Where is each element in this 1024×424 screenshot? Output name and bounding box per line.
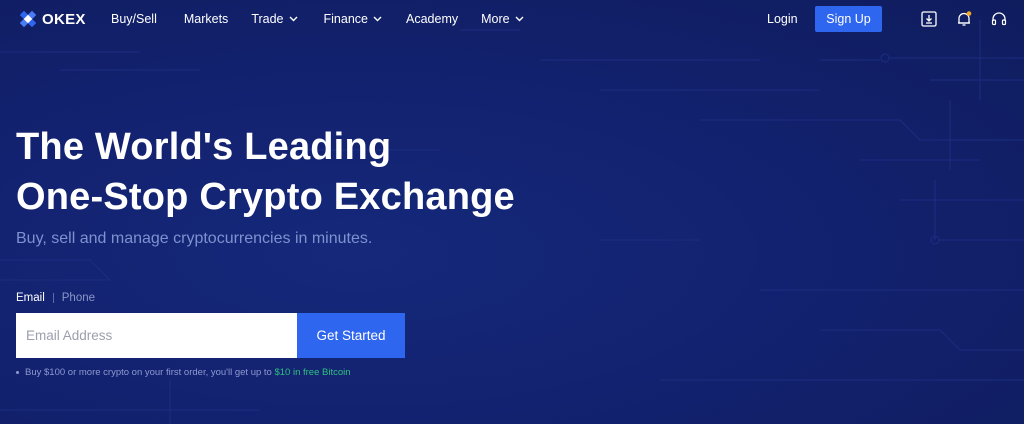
headset-icon[interactable]	[990, 10, 1008, 28]
brand-logo[interactable]: OKEX	[18, 9, 86, 29]
signup-form: Get Started	[16, 313, 405, 358]
nav-academy[interactable]: Academy	[406, 12, 458, 26]
main-menu: Buy/Sell Markets Trade Finance Academy M…	[111, 0, 524, 38]
promo-note: Buy $100 or more crypto on your first or…	[16, 367, 351, 378]
hero-title-line-2: One-Stop Crypto Exchange	[16, 176, 515, 218]
get-started-button[interactable]: Get Started	[297, 313, 405, 358]
tab-divider	[52, 293, 54, 303]
nav-markets[interactable]: Markets	[184, 12, 228, 26]
promo-text: Buy $100 or more crypto on your first or…	[25, 367, 272, 378]
signup-method-tabs: Email Phone	[16, 292, 95, 304]
login-link[interactable]: Login	[767, 12, 798, 26]
nav-more-label: More	[481, 12, 510, 26]
hero-subtitle: Buy, sell and manage cryptocurrencies in…	[16, 230, 373, 247]
hero-title: The World's Leading One-Stop Crypto Exch…	[16, 122, 515, 222]
nav-buy-sell[interactable]: Buy/Sell	[111, 12, 157, 26]
chevron-down-icon	[515, 16, 524, 22]
nav-more[interactable]: More	[481, 12, 524, 26]
notification-dot	[966, 11, 972, 16]
nav-academy-label: Academy	[406, 12, 459, 26]
okex-logo-icon	[19, 10, 37, 28]
promo-highlight: $10 in free Bitcoin	[274, 367, 351, 378]
download-icon[interactable]	[920, 10, 938, 28]
nav-finance[interactable]: Finance	[324, 12, 382, 26]
bell-icon[interactable]	[955, 10, 973, 28]
email-input[interactable]	[16, 313, 297, 358]
hero-title-line-1: The World's Leading	[16, 126, 392, 168]
bullet-dot	[16, 371, 19, 374]
nav-trade[interactable]: Trade	[251, 12, 298, 26]
nav-markets-label: Markets	[183, 12, 229, 26]
tab-email[interactable]: Email	[16, 292, 45, 304]
top-navigation: OKEX Buy/Sell Markets Trade Finance Acad…	[0, 0, 1024, 38]
nav-buy-sell-label: Buy/Sell	[111, 12, 157, 26]
chevron-down-icon	[289, 16, 298, 22]
sign-up-button[interactable]: Sign Up	[815, 6, 882, 32]
nav-finance-label: Finance	[323, 12, 368, 26]
chevron-down-icon	[373, 16, 382, 22]
brand-name: OKEX	[42, 10, 86, 28]
nav-trade-label: Trade	[251, 12, 284, 26]
tab-phone[interactable]: Phone	[62, 292, 95, 304]
